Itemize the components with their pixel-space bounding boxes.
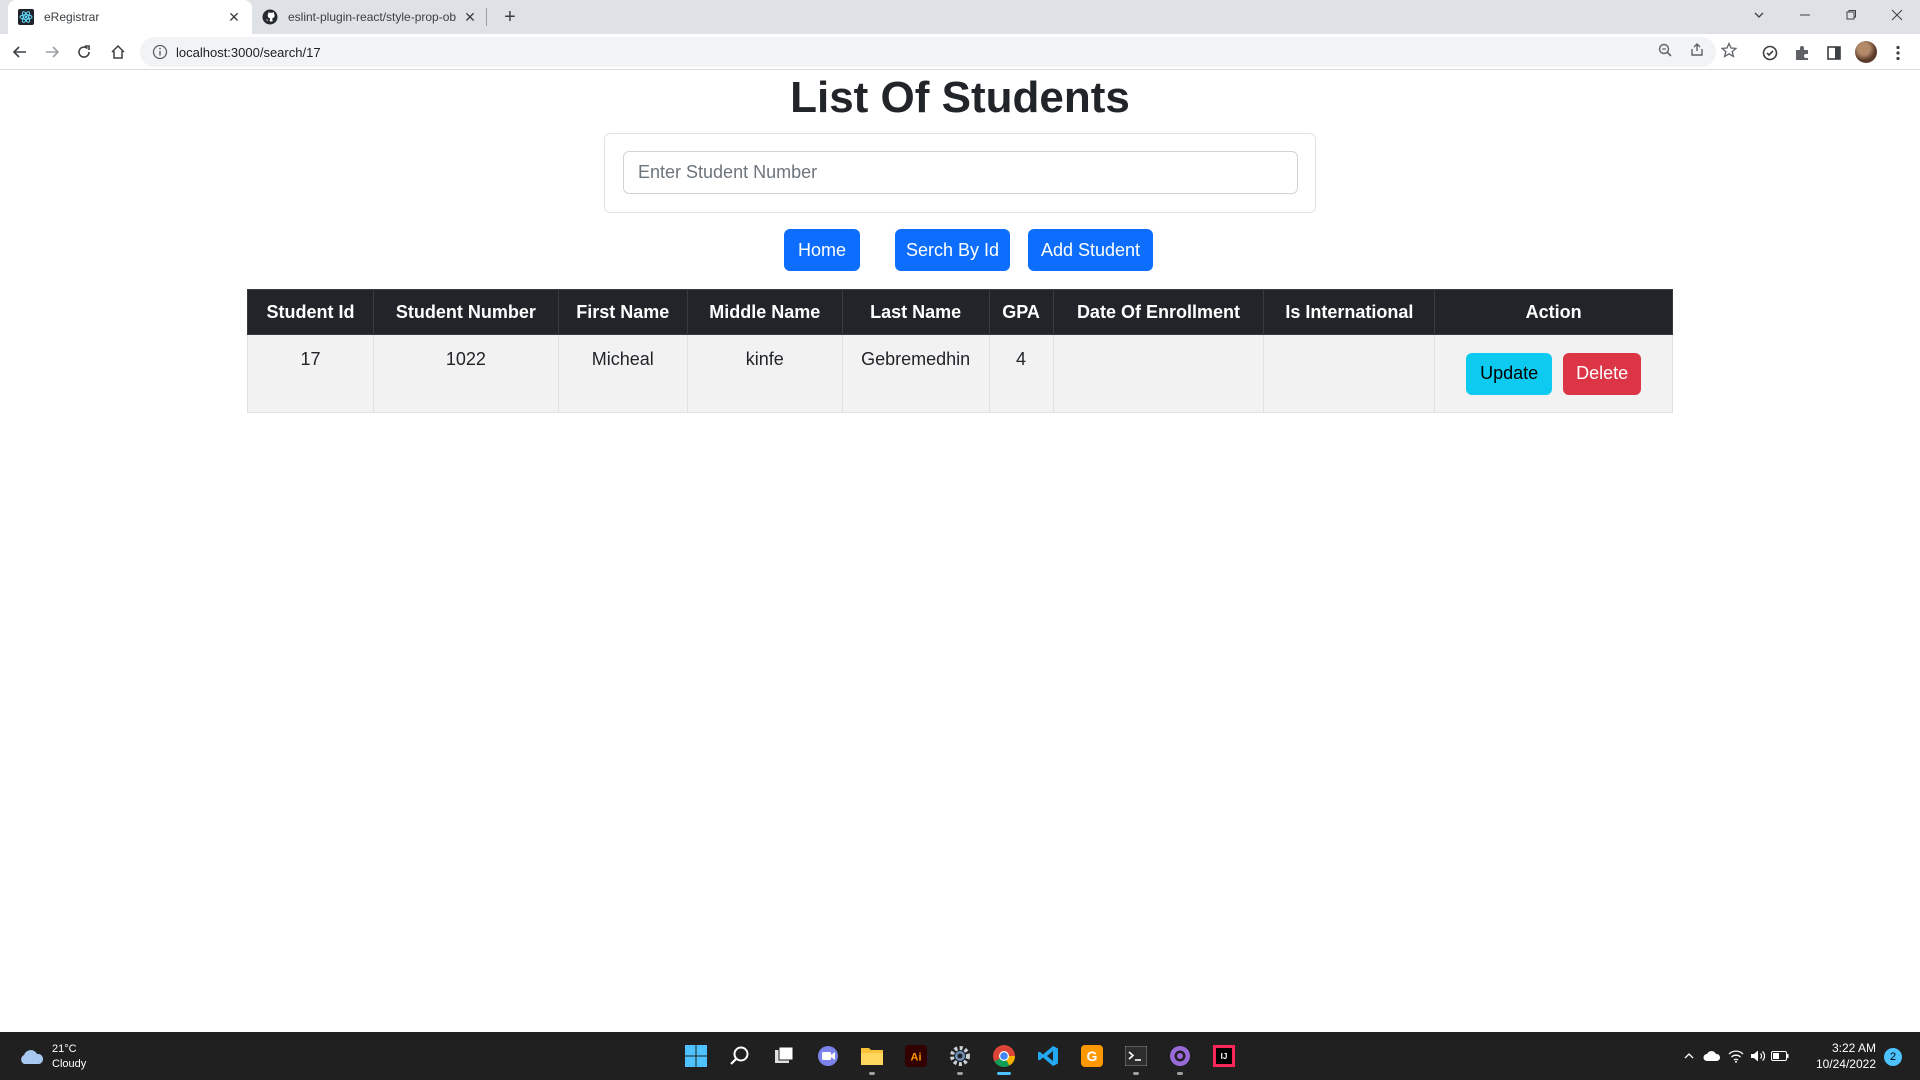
cell-student-number: 1022 xyxy=(372,334,559,413)
weather-condition: Cloudy xyxy=(52,1058,87,1070)
column-header-student-number: Student Number xyxy=(372,289,559,335)
search-by-id-button[interactable]: Serch By Id xyxy=(895,229,1010,271)
chrome-icon[interactable] xyxy=(988,1040,1020,1075)
page-title: List Of Students xyxy=(790,73,1130,122)
settings-gear-icon[interactable] xyxy=(944,1040,976,1075)
column-header-action: Action xyxy=(1434,289,1673,335)
search-icon[interactable] xyxy=(724,1040,756,1072)
update-button[interactable]: Update xyxy=(1466,352,1553,395)
onedrive-icon[interactable] xyxy=(1703,1047,1721,1065)
github-icon xyxy=(262,9,278,25)
table-header-row: Student Id Student Number First Name Mid… xyxy=(247,289,1673,335)
add-student-button[interactable]: Add Student xyxy=(1028,229,1153,271)
forward-icon[interactable] xyxy=(38,38,66,66)
svg-text:G: G xyxy=(1087,1048,1098,1064)
volume-icon[interactable] xyxy=(1749,1047,1767,1065)
reload-icon[interactable] xyxy=(70,38,98,66)
browser-tab-strip: eRegistrar ✕ eslint-plugin-react/style-p… xyxy=(0,0,1920,34)
task-view-icon[interactable] xyxy=(768,1040,800,1072)
terminal-icon[interactable] xyxy=(1120,1040,1152,1075)
cell-action: Update Delete xyxy=(1434,334,1673,413)
cell-first-name: Micheal xyxy=(557,334,688,413)
info-icon[interactable] xyxy=(152,44,168,60)
github-desktop-icon[interactable] xyxy=(1164,1040,1196,1075)
extension-sync-icon[interactable] xyxy=(1759,42,1781,64)
new-tab-icon[interactable]: + xyxy=(498,5,522,29)
page-content: List Of Students Home Serch By Id Add St… xyxy=(0,71,1920,1032)
taskbar: 21°C Cloudy Ai G IJ 3:22 AM 10/24/2022 2 xyxy=(0,1032,1920,1080)
student-number-input[interactable] xyxy=(623,151,1298,194)
delete-button[interactable]: Delete xyxy=(1563,352,1642,395)
column-header-date-of-enrollment: Date Of Enrollment xyxy=(1052,289,1265,335)
cell-date-of-enrollment xyxy=(1052,334,1265,413)
close-icon[interactable]: ✕ xyxy=(462,9,478,25)
file-explorer-icon[interactable] xyxy=(856,1040,888,1075)
share-icon[interactable] xyxy=(1687,40,1707,60)
cell-is-international xyxy=(1263,334,1436,413)
clock-date: 10/24/2022 xyxy=(1815,1057,1876,1071)
home-button[interactable]: Home xyxy=(784,229,860,271)
column-header-first-name: First Name xyxy=(557,289,688,335)
svg-text:IJ: IJ xyxy=(1221,1052,1228,1061)
address-url: localhost:3000/search/17 xyxy=(176,44,321,60)
close-icon[interactable]: ✕ xyxy=(226,9,242,25)
column-header-gpa: GPA xyxy=(988,289,1054,335)
weather-widget[interactable]: 21°C Cloudy xyxy=(18,1042,86,1072)
students-table: Student Id Student Number First Name Mid… xyxy=(247,289,1673,413)
system-clock[interactable]: 3:22 AM 10/24/2022 xyxy=(1806,1040,1876,1072)
tab-title: eslint-plugin-react/style-prop-ob xyxy=(288,10,457,24)
column-header-student-id: Student Id xyxy=(247,289,374,335)
back-icon[interactable] xyxy=(6,38,34,66)
cell-last-name: Gebremedhin xyxy=(841,334,990,413)
tab-title: eRegistrar xyxy=(44,10,100,24)
clock-time: 3:22 AM xyxy=(1831,1041,1876,1055)
home-icon[interactable] xyxy=(104,38,132,66)
sublime-icon[interactable]: G xyxy=(1076,1040,1108,1072)
column-header-middle-name: Middle Name xyxy=(686,289,843,335)
vscode-icon[interactable] xyxy=(1032,1040,1064,1072)
search-card xyxy=(604,133,1316,213)
column-header-last-name: Last Name xyxy=(841,289,990,335)
zoom-icon[interactable] xyxy=(1655,40,1675,60)
tab-eslint-plugin[interactable]: eslint-plugin-react/style-prop-ob ✕ xyxy=(252,0,488,34)
battery-icon[interactable] xyxy=(1771,1047,1789,1065)
browser-toolbar: localhost:3000/search/17 xyxy=(0,34,1920,70)
tab-separator xyxy=(486,8,487,26)
restore-icon[interactable] xyxy=(1828,0,1874,30)
profile-avatar[interactable] xyxy=(1855,41,1877,63)
cell-middle-name: kinfe xyxy=(686,334,843,413)
tab-search-icon[interactable] xyxy=(1736,0,1782,30)
chevron-up-icon[interactable] xyxy=(1680,1047,1698,1065)
window-close-icon[interactable] xyxy=(1874,0,1920,30)
cell-gpa: 4 xyxy=(988,334,1054,413)
tab-eregistrar[interactable]: eRegistrar ✕ xyxy=(8,0,252,34)
chat-icon[interactable] xyxy=(812,1040,844,1072)
extensions-puzzle-icon[interactable] xyxy=(1791,42,1813,64)
intellij-icon[interactable]: IJ xyxy=(1208,1040,1240,1072)
svg-text:Ai: Ai xyxy=(911,1052,922,1064)
illustrator-icon[interactable]: Ai xyxy=(900,1040,932,1072)
minimize-icon[interactable] xyxy=(1782,0,1828,30)
notification-badge[interactable]: 2 xyxy=(1884,1048,1902,1066)
wifi-icon[interactable] xyxy=(1727,1047,1745,1065)
side-panel-icon[interactable] xyxy=(1823,42,1845,64)
column-header-is-international: Is International xyxy=(1263,289,1436,335)
cloud-icon xyxy=(21,1050,44,1064)
cell-student-id: 17 xyxy=(247,334,374,413)
bookmark-star-icon[interactable] xyxy=(1719,40,1739,60)
address-bar[interactable]: localhost:3000/search/17 xyxy=(140,37,1716,67)
start-icon[interactable] xyxy=(680,1040,712,1072)
menu-kebab-icon[interactable] xyxy=(1887,42,1909,64)
weather-temperature: 21°C xyxy=(52,1043,77,1055)
table-row: 17 1022 Micheal kinfe Gebremedhin 4 Upda… xyxy=(247,334,1673,413)
react-icon xyxy=(18,9,34,25)
